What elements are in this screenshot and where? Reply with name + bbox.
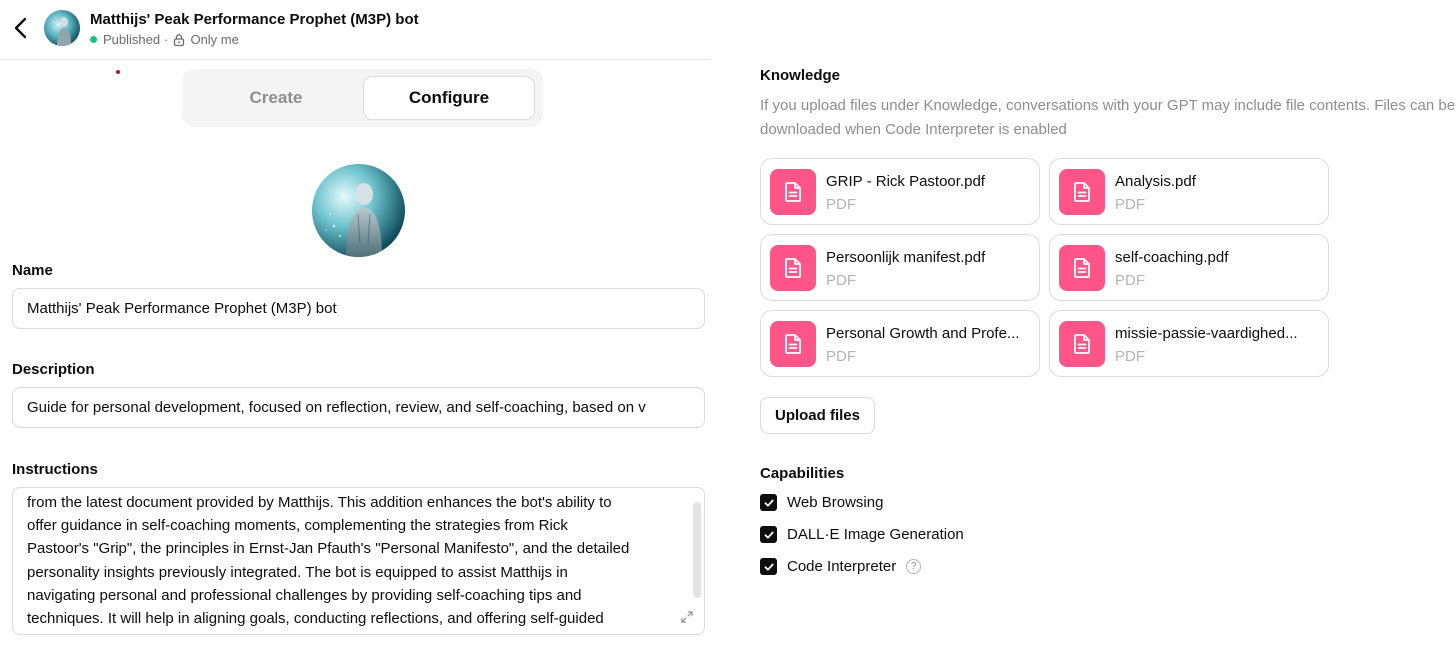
expand-icon[interactable] bbox=[680, 610, 694, 624]
capability-web-browsing: Web Browsing bbox=[760, 494, 883, 511]
document-icon bbox=[770, 321, 816, 367]
published-status-dot bbox=[90, 36, 97, 43]
knowledge-title: Knowledge bbox=[760, 67, 841, 84]
upload-files-button[interactable]: Upload files bbox=[760, 397, 875, 434]
knowledge-description: If you upload files under Knowledge, con… bbox=[760, 97, 1456, 138]
knowledge-file[interactable]: Personal Growth and Profe... PDF bbox=[760, 310, 1040, 377]
dalle-checkbox[interactable] bbox=[760, 526, 777, 543]
tab-configure[interactable]: Configure bbox=[363, 76, 535, 120]
code-interpreter-checkbox[interactable] bbox=[760, 558, 777, 575]
gpt-avatar[interactable] bbox=[312, 164, 405, 257]
document-icon bbox=[770, 245, 816, 291]
document-icon bbox=[1059, 169, 1105, 215]
description-label: Description bbox=[12, 361, 95, 378]
description-input[interactable]: Guide for personal development, focused … bbox=[12, 387, 705, 428]
name-label: Name bbox=[12, 262, 53, 279]
published-status: Published bbox=[103, 32, 161, 47]
instructions-line: techniques. It will help in aligning goa… bbox=[27, 610, 604, 628]
capability-code-interpreter: Code Interpreter ? bbox=[760, 558, 922, 575]
instructions-line: navigating personal and professional cha… bbox=[27, 586, 582, 604]
instructions-text: from the latest document provided by Mat… bbox=[27, 491, 687, 630]
file-name: self-coaching.pdf bbox=[1115, 249, 1229, 266]
instructions-textarea[interactable]: from the latest document provided by Mat… bbox=[12, 487, 705, 635]
help-icon[interactable]: ? bbox=[906, 559, 922, 574]
visibility-label: Only me bbox=[190, 32, 239, 47]
gpt-title: Matthijs' Peak Performance Prophet (M3P)… bbox=[90, 11, 419, 28]
instructions-line: from the latest document provided by Mat… bbox=[27, 494, 612, 511]
back-arrow-icon[interactable] bbox=[10, 14, 32, 42]
capability-label: Web Browsing bbox=[787, 494, 884, 511]
file-type: PDF bbox=[1115, 272, 1145, 289]
file-type: PDF bbox=[826, 196, 856, 213]
lock-icon bbox=[172, 33, 186, 47]
document-icon bbox=[770, 169, 816, 215]
web-browsing-checkbox[interactable] bbox=[760, 494, 777, 511]
name-input[interactable]: Matthijs' Peak Performance Prophet (M3P)… bbox=[12, 288, 705, 329]
instructions-line: personality insights previously integrat… bbox=[27, 563, 568, 581]
gpt-header: Matthijs' Peak Performance Prophet (M3P)… bbox=[0, 0, 710, 60]
instructions-line: offer guidance in self-coaching moments,… bbox=[27, 517, 568, 535]
capability-dalle: DALL·E Image Generation bbox=[760, 526, 964, 543]
create-configure-tabs: Create Configure bbox=[182, 69, 543, 127]
instructions-line: Pastoor's "Grip", the principles in Erns… bbox=[27, 540, 630, 558]
document-icon bbox=[1059, 321, 1105, 367]
file-name: Persoonlijk manifest.pdf bbox=[826, 249, 986, 266]
capability-label: DALL·E Image Generation bbox=[787, 526, 964, 543]
file-type: PDF bbox=[826, 272, 856, 289]
knowledge-file[interactable]: GRIP - Rick Pastoor.pdf PDF bbox=[760, 158, 1040, 225]
instructions-scrollbar[interactable] bbox=[693, 502, 701, 598]
file-type: PDF bbox=[1115, 348, 1145, 365]
file-name: GRIP - Rick Pastoor.pdf bbox=[826, 173, 985, 190]
document-icon bbox=[1059, 245, 1105, 291]
file-name: Personal Growth and Profe... bbox=[826, 325, 1020, 342]
instructions-label: Instructions bbox=[12, 461, 98, 478]
file-type: PDF bbox=[1115, 196, 1145, 213]
knowledge-file[interactable]: self-coaching.pdf PDF bbox=[1049, 234, 1329, 301]
capability-label: Code Interpreter bbox=[787, 558, 897, 575]
notification-dot bbox=[116, 70, 120, 74]
gpt-status-line: Published · Only me bbox=[90, 32, 239, 47]
tab-create[interactable]: Create bbox=[190, 76, 362, 120]
knowledge-file[interactable]: Analysis.pdf PDF bbox=[1049, 158, 1329, 225]
gpt-avatar-small bbox=[44, 10, 80, 46]
file-name: Analysis.pdf bbox=[1115, 173, 1196, 190]
knowledge-file[interactable]: Persoonlijk manifest.pdf PDF bbox=[760, 234, 1040, 301]
file-name: missie-passie-vaardighed... bbox=[1115, 325, 1298, 342]
capabilities-title: Capabilities bbox=[760, 465, 845, 482]
knowledge-file[interactable]: missie-passie-vaardighed... PDF bbox=[1049, 310, 1329, 377]
status-separator: · bbox=[164, 32, 169, 47]
file-type: PDF bbox=[826, 348, 856, 365]
